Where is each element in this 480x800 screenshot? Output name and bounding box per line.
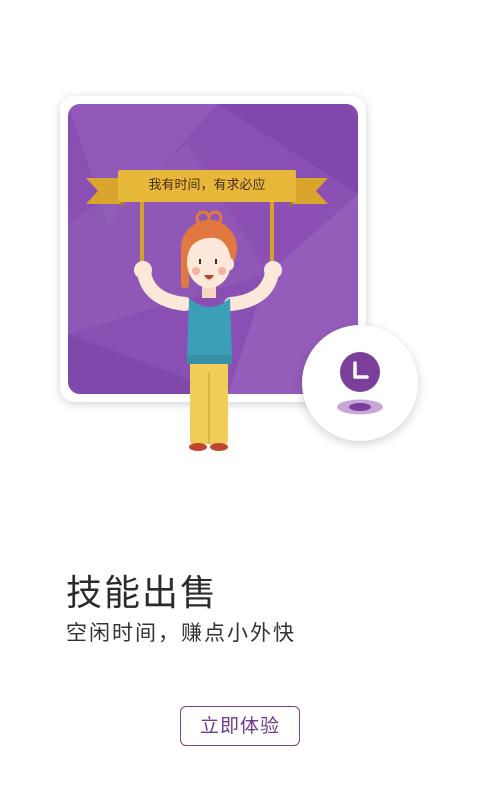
onboarding-illustration: 我有时间，有求必应 bbox=[0, 0, 480, 470]
clock-icon bbox=[337, 352, 383, 415]
clock-badge bbox=[302, 325, 418, 441]
onboarding-screen: 我有时间，有求必应 技能出售 空闲时间，赚点小外快 立即体验 bbox=[0, 0, 480, 800]
page-title: 技能出售 bbox=[66, 573, 219, 614]
try-now-button[interactable]: 立即体验 bbox=[180, 706, 300, 746]
page-subtitle: 空闲时间，赚点小外快 bbox=[66, 621, 296, 645]
banner-text: 我有时间，有求必应 bbox=[148, 178, 266, 193]
